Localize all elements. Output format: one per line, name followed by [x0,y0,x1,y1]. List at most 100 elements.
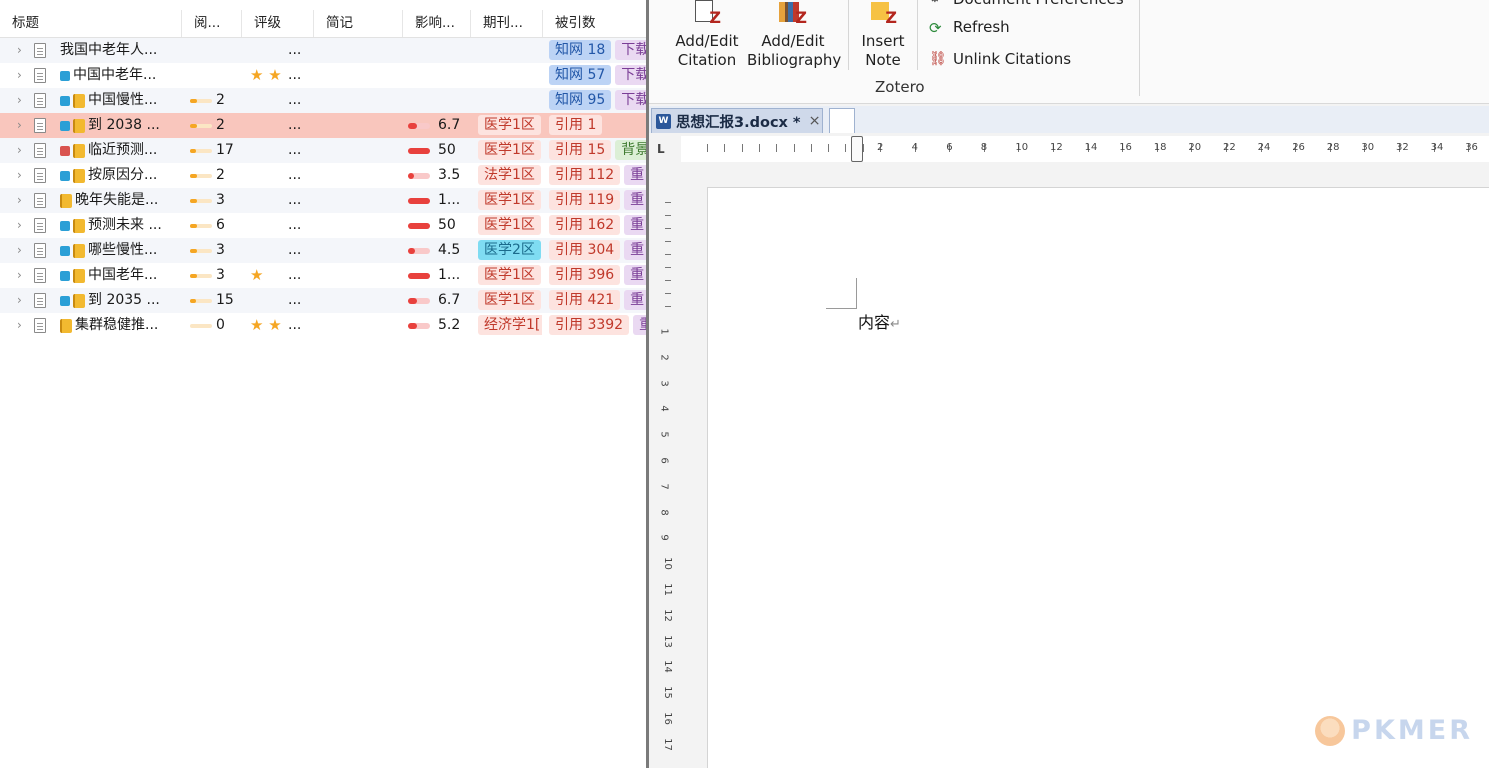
col-citations[interactable]: 被引数 [543,10,646,37]
table-row[interactable]: › 临近预测... 17... 50 医学1区 引用 15 背景 [0,138,646,163]
ruler-label: 4 [911,142,918,153]
notes-cell: ... [288,142,302,158]
refresh-button[interactable]: ⟳ Refresh [929,18,1010,37]
new-tab-button[interactable] [829,108,855,133]
document-body-text[interactable]: 内容↵ [858,309,901,333]
read-progress: 2 [190,163,240,188]
table-row[interactable]: › 到 2035 ... 15... 6.7 医学1区 引用 421 重 [0,288,646,313]
expand-chevron-icon[interactable]: › [17,238,27,263]
expand-chevron-icon[interactable]: › [17,113,27,138]
citation-badge: 重 [624,290,646,310]
read-progress-bar [190,248,212,253]
document-tab[interactable]: W 思想汇报3.docx * × [651,108,823,133]
read-count: 3 [216,267,225,283]
notes-cell: ... [288,242,302,258]
document-icon [34,318,46,333]
table-row[interactable]: › 晚年失能是... 3... 1... 医学1区 引用 119 重 [0,188,646,213]
read-progress-bar [190,123,212,128]
ribbon-group-label: Zotero [875,78,925,96]
ruler-tick [665,254,671,255]
book-icon [73,218,85,233]
close-tab-icon[interactable]: × [809,113,821,129]
ruler-tick [741,144,743,152]
expand-chevron-icon[interactable]: › [17,263,27,288]
read-count: 3 [216,242,225,258]
ruler-tick [665,280,671,281]
book-icon [73,118,85,133]
citation-badges: 引用 119 重 [549,188,646,213]
table-row[interactable]: › 到 2038 ... 2... 6.7 医学1区 引用 1 [0,113,646,138]
tab-stop-selector[interactable]: L [657,143,667,155]
expand-chevron-icon[interactable]: › [17,88,27,113]
item-title: 哪些慢性... [60,238,180,263]
journal-rank: 医学1区 [478,288,542,313]
vertical-ruler[interactable]: 1 2 3 4 5 6 7 8 9 10 11 12 13 14 15 16 17 [657,188,679,768]
citation-badge: 引用 162 [549,215,621,235]
ruler-label: 32 [1396,142,1409,153]
expand-chevron-icon[interactable]: › [17,63,27,88]
journal-rank: 医学1区 [478,188,542,213]
unlink-citations-button[interactable]: ⛓ Unlink Citations [929,50,1071,68]
table-row[interactable]: ›集群稳健推...0★ ★...5.2经济学1[引用 3392重 [0,313,646,338]
citation-label-1: Add/Edit [675,32,739,50]
table-row[interactable]: › 按原因分... 2... 3.5 法学1区 引用 112 重 [0,163,646,188]
read-count: 0 [216,317,225,333]
col-rating[interactable]: 评级 [242,10,314,37]
document-icon [34,193,46,208]
expand-chevron-icon[interactable]: › [17,38,27,63]
expand-chevron-icon[interactable]: › [17,313,27,338]
table-row[interactable]: › 我国中老年人...... 知网 18 下载 [0,38,646,63]
book-icon [73,143,85,158]
impact-bar [408,197,430,204]
insert-note-button[interactable]: Z Insert Note [855,0,911,70]
read-progress: 17 [190,138,240,163]
ruler-tick [665,306,671,307]
book-icon [60,193,72,208]
bibliography-label-1: Add/Edit [761,32,825,50]
document-preferences-button[interactable]: ⚙ Document Preferences [929,0,1124,8]
read-count: 2 [216,117,225,133]
item-title: 集群稳健推... [60,313,180,338]
col-title[interactable]: 标题 [0,10,182,37]
item-title: 临近预测... [60,138,180,163]
indent-marker[interactable] [851,136,863,162]
expand-chevron-icon[interactable]: › [17,288,27,313]
table-row[interactable]: › 中国慢性... 2... 知网 95 下载 [0,88,646,113]
note-icon: Z [869,0,897,26]
expand-chevron-icon[interactable]: › [17,163,27,188]
col-impact[interactable]: 影响... [403,10,471,37]
impact-value: 6.7 [438,292,461,308]
col-read[interactable]: 阅... [182,10,242,37]
item-title: 中国中老年... [60,63,180,88]
notes-cell: ... [288,317,302,333]
ruler-tick [665,228,671,229]
add-edit-citation-button[interactable]: Z Add/Edit Citation [673,0,741,70]
expand-chevron-icon[interactable]: › [17,213,27,238]
table-row[interactable]: › 中国中老年... ★ ★... 知网 57 下载 [0,63,646,88]
ruler-tick [665,215,671,216]
note-label-1: Insert [861,32,905,50]
ruler-tick [665,267,671,268]
citation-badge: 引用 304 [549,240,621,260]
table-row[interactable]: › 中国老年... 3 ★... 1... 医学1区 引用 396 重 [0,263,646,288]
journal-rank: 医学1区 [478,213,542,238]
notes-cell: ... [288,267,302,283]
expand-chevron-icon[interactable]: › [17,188,27,213]
margin-crop-mark [826,278,857,309]
ruler-label: 16 [1119,142,1132,153]
ruler-label: 22 [1223,142,1236,153]
citation-badges: 引用 112 重 [549,163,646,188]
read-progress: 6 [190,213,240,238]
add-edit-bibliography-button[interactable]: Z Add/Edit Bibliography [747,0,841,70]
document-page[interactable]: 内容↵ [707,187,1489,768]
table-row[interactable]: › 预测未来 ... 6... 50 医学1区 引用 162 重 [0,213,646,238]
col-journal[interactable]: 期刊... [471,10,543,37]
horizontal-ruler[interactable]: 2 4 6 8 10 12 14 16 18 20 22 24 26 28 30 32 34 36 [681,136,1489,162]
citation-badges: 引用 162 重 [549,213,646,238]
color-tag-icon [60,170,70,181]
table-row[interactable]: › 哪些慢性... 3... 4.5 医学2区 引用 304 重 [0,238,646,263]
read-progress: 2 [190,88,240,113]
col-notes[interactable]: 简记 [314,10,403,37]
expand-chevron-icon[interactable]: › [17,138,27,163]
citation-badge: 知网 18 [549,40,612,60]
